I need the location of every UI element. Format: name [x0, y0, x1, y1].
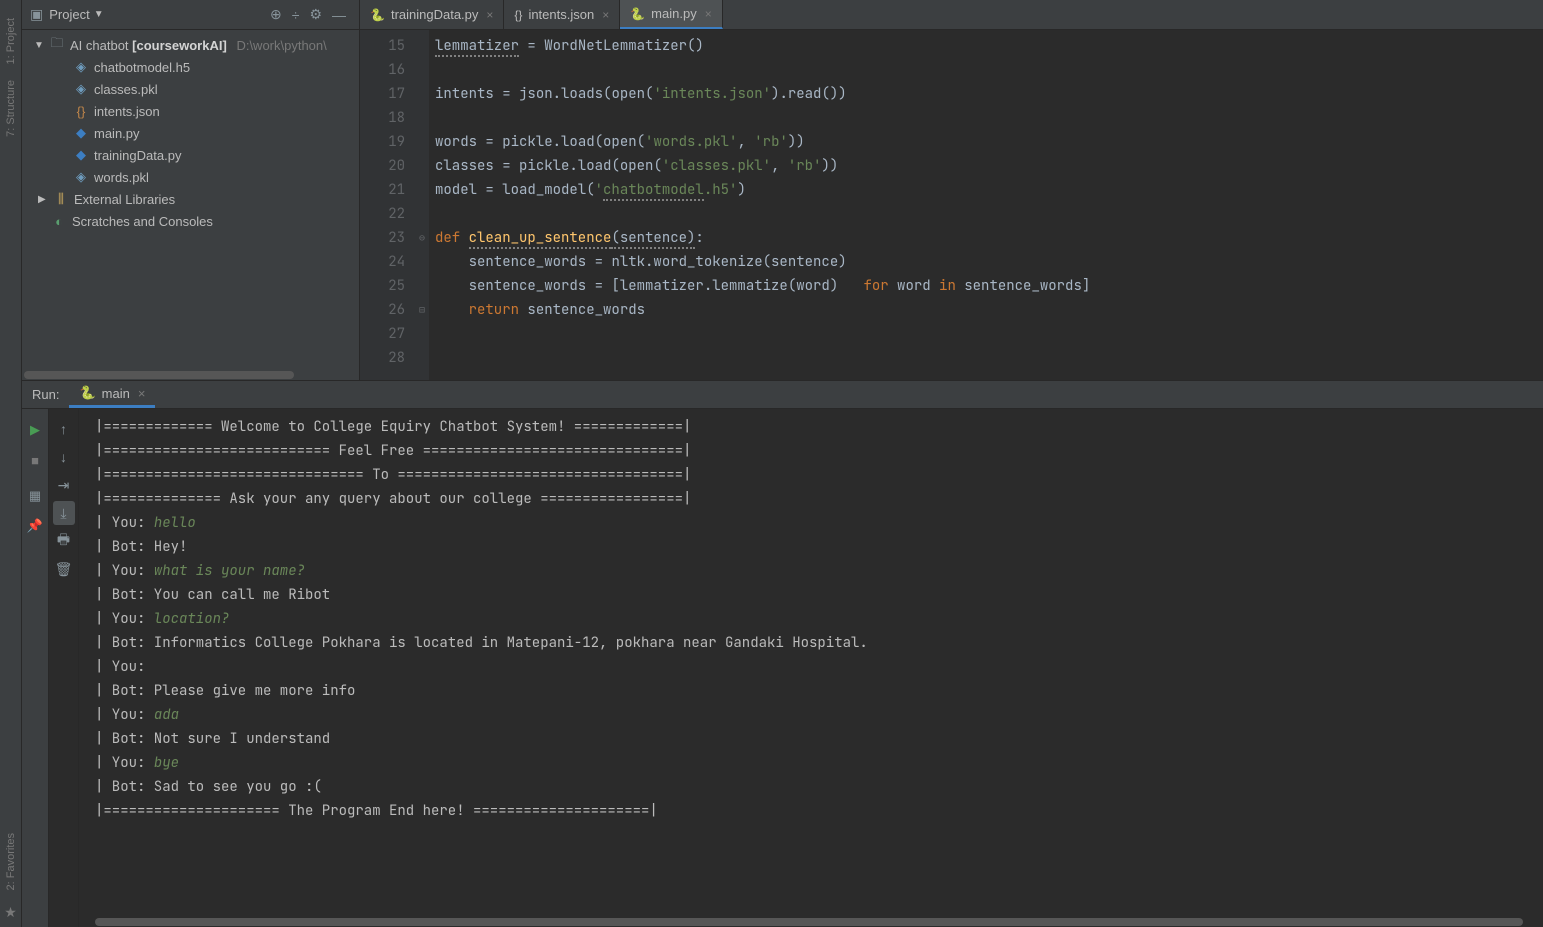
close-icon[interactable]: × — [602, 8, 609, 22]
down-arrow-icon[interactable]: ↓ — [53, 445, 75, 469]
tree-file-label: intents.json — [94, 104, 160, 119]
tree-file-label: main.py — [94, 126, 140, 141]
file-icon: {} — [72, 104, 90, 119]
python-icon: 🐍 — [79, 385, 95, 401]
file-icon: ◆ — [72, 147, 90, 163]
tool-window-favorites[interactable]: 2: Favorites — [5, 833, 17, 890]
main-area: ▣ Project ▼ ⊕ ÷ ⚙ — ▼ 🗀 AI chatbot [cour… — [22, 0, 1543, 927]
tree-scratches[interactable]: ◐ Scratches and Consoles — [22, 210, 359, 232]
console-output[interactable]: |============= Welcome to College Equiry… — [79, 409, 1543, 917]
editor-content[interactable]: 1516171819202122232425262728 ⊖⊟ lemmatiz… — [360, 30, 1543, 380]
file-icon: ◈ — [72, 59, 90, 75]
rerun-icon[interactable]: ▶ — [25, 419, 45, 441]
pin-icon[interactable]: 📌 — [25, 515, 45, 537]
chevron-right-icon[interactable]: ▶ — [38, 194, 50, 205]
tree-file-label: trainingData.py — [94, 148, 181, 163]
tree-file[interactable]: {} intents.json — [22, 100, 359, 122]
library-icon: ⫼ — [52, 191, 70, 207]
file-icon: ◈ — [72, 169, 90, 185]
json-icon: {} — [514, 8, 522, 22]
run-tool-column-2: ↑ ↓ ⇥ ⤓ 🖶 🗑 — [49, 409, 79, 927]
project-panel: ▣ Project ▼ ⊕ ÷ ⚙ — ▼ 🗀 AI chatbot [cour… — [22, 0, 360, 380]
scratch-icon: ◐ — [50, 214, 68, 229]
tab-label: main.py — [651, 6, 697, 21]
fold-gutter[interactable]: ⊖⊟ — [415, 30, 429, 380]
project-header: ▣ Project ▼ ⊕ ÷ ⚙ — — [22, 0, 359, 30]
tree-file[interactable]: ◆ trainingData.py — [22, 144, 359, 166]
editor-tab[interactable]: 🐍 main.py × — [620, 0, 723, 29]
line-number-gutter: 1516171819202122232425262728 — [360, 30, 415, 380]
run-tab-label: main — [102, 386, 130, 401]
folder-icon: 🗀 — [48, 34, 66, 56]
editor-tab[interactable]: {} intents.json × — [504, 0, 620, 29]
tree-file[interactable]: ◈ classes.pkl — [22, 78, 359, 100]
editor-tabs-bar: 🐍 trainingData.py × {} intents.json × 🐍 main.py… — [360, 0, 1543, 30]
chevron-down-icon[interactable]: ▼ — [94, 9, 104, 20]
file-icon: ◆ — [72, 125, 90, 141]
left-tool-gutter: 1: Project 7: Structure 2: Favorites ★ — [0, 0, 22, 927]
stop-icon[interactable]: ■ — [25, 449, 45, 471]
tree-file[interactable]: ◈ chatbotmodel.h5 — [22, 56, 359, 78]
tab-label: intents.json — [528, 7, 594, 22]
tree-file[interactable]: ◈ words.pkl — [22, 166, 359, 188]
locate-icon[interactable]: ⊕ — [270, 6, 282, 23]
up-arrow-icon[interactable]: ↑ — [53, 417, 75, 441]
trash-icon[interactable]: 🗑 — [53, 557, 75, 581]
scroll-to-end-icon[interactable]: ⤓ — [53, 501, 75, 525]
star-icon: ★ — [4, 904, 17, 921]
close-icon[interactable]: × — [486, 8, 493, 22]
wrap-icon[interactable]: ⇥ — [53, 473, 75, 497]
expand-icon[interactable]: ÷ — [292, 7, 300, 23]
run-label: Run: — [22, 381, 69, 408]
run-tab-main[interactable]: 🐍 main × — [69, 381, 155, 408]
tree-root[interactable]: ▼ 🗀 AI chatbot [courseworkAI] D:\work\py… — [22, 34, 359, 56]
py-icon: 🐍 — [370, 8, 385, 22]
tree-external-libs[interactable]: ▶ ⫼ External Libraries — [22, 188, 359, 210]
project-tree[interactable]: ▼ 🗀 AI chatbot [courseworkAI] D:\work\py… — [22, 30, 359, 370]
code-area[interactable]: lemmatizer = WordNetLemmatizer()intents … — [429, 30, 1543, 380]
run-header: Run: 🐍 main × — [22, 381, 1543, 409]
tree-root-label: AI chatbot [courseworkAI] D:\work\python… — [70, 38, 327, 53]
editor-tab[interactable]: 🐍 trainingData.py × — [360, 0, 504, 29]
close-icon[interactable]: × — [705, 7, 712, 21]
gear-icon[interactable]: ⚙ — [309, 6, 322, 23]
tree-file-label: chatbotmodel.h5 — [94, 60, 190, 75]
chevron-down-icon[interactable]: ▼ — [34, 40, 46, 51]
py-icon: 🐍 — [630, 7, 645, 21]
console-horizontal-scrollbar[interactable] — [95, 917, 1543, 927]
close-icon[interactable]: × — [138, 386, 146, 401]
project-horizontal-scrollbar[interactable] — [22, 370, 359, 380]
tool-window-project[interactable]: 1: Project — [5, 18, 17, 64]
run-panel: Run: 🐍 main × ▶ ■ ▦ 📌 ↑ ↓ ⇥ ⤓ 🖶 🗑 — [22, 380, 1543, 927]
run-tool-column-1: ▶ ■ ▦ 📌 — [22, 409, 49, 927]
tool-window-structure[interactable]: 7: Structure — [5, 80, 17, 137]
hide-icon[interactable]: — — [332, 7, 346, 23]
project-view-title[interactable]: Project — [49, 7, 89, 22]
print-icon[interactable]: 🖶 — [53, 529, 75, 553]
tab-label: trainingData.py — [391, 7, 478, 22]
tree-file-label: classes.pkl — [94, 82, 158, 97]
editor-area: 🐍 trainingData.py × {} intents.json × 🐍 main.py… — [360, 0, 1543, 380]
file-icon: ◈ — [72, 81, 90, 97]
tree-file-label: words.pkl — [94, 170, 149, 185]
folder-icon: ▣ — [30, 6, 43, 23]
layout-icon[interactable]: ▦ — [25, 485, 45, 507]
tree-file[interactable]: ◆ main.py — [22, 122, 359, 144]
